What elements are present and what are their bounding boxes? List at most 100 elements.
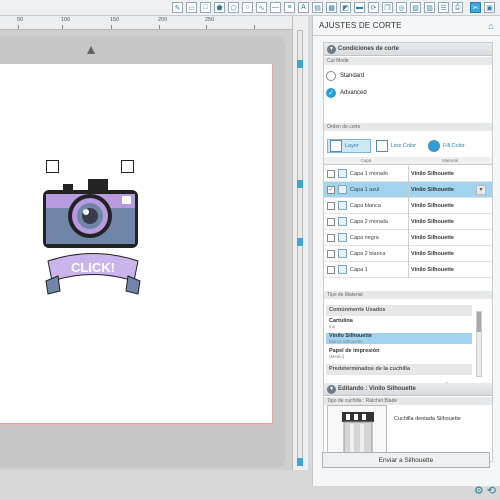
pentagon-icon[interactable]: ⬟ <box>214 2 225 13</box>
editing-section-header[interactable]: ▼ Editando : Vinilo Silhouette <box>324 383 492 396</box>
row-checkbox[interactable]: ✓ <box>327 186 335 194</box>
ruler-label: 100 <box>61 17 71 23</box>
transform-icon[interactable]: ⟳ <box>368 2 379 13</box>
ruler-label: 250 <box>205 17 215 23</box>
slider-marker[interactable] <box>297 180 303 188</box>
panel-content: ▼ Condiciones de corte Cut Mode Standard… <box>323 42 493 463</box>
row-checkbox[interactable] <box>327 202 335 210</box>
canvas-area[interactable]: ▲ CLICK! <box>0 30 292 470</box>
blade-type-label: Tipo de cuchilla : Ratchet Blade <box>324 397 492 405</box>
camera-illustration[interactable]: CLICK! <box>38 176 158 306</box>
slider-marker[interactable] <box>297 238 303 246</box>
layer-name: Capa 1 morado <box>350 171 388 177</box>
list-item[interactable]: Cartulina Ino <box>326 318 472 329</box>
pin-icon[interactable]: ⌂ <box>486 21 496 31</box>
layer-icon <box>338 249 347 258</box>
tab-line-color[interactable]: Line Color <box>376 139 424 153</box>
layer-icon <box>338 185 347 194</box>
layer-icon <box>338 201 347 210</box>
layer-name: Capa blanca <box>350 203 381 209</box>
layer-material: Vinilo Silhouette <box>411 171 454 177</box>
gear-icon[interactable]: ⚙ <box>474 485 484 497</box>
layer-name: Capa 2 morada <box>350 219 388 225</box>
layer-icon <box>338 233 347 242</box>
panel-title: AJUSTES DE CORTE <box>319 21 402 30</box>
conditions-label: Condiciones de corte <box>338 46 400 52</box>
library-icon[interactable]: ▥ <box>424 2 435 13</box>
fill-icon[interactable]: ◩ <box>340 2 351 13</box>
grid-icon[interactable]: ▦ <box>326 2 337 13</box>
material-sub: Ino <box>329 324 336 329</box>
registration-mark-left <box>46 160 59 173</box>
align-icon[interactable]: ≡ <box>284 2 295 13</box>
editing-label: Editando : Vinilo Silhouette <box>338 386 416 392</box>
row-checkbox[interactable] <box>327 234 335 242</box>
layer-icon <box>330 140 342 152</box>
material-scrollbar[interactable] <box>476 311 482 377</box>
send-to-silhouette-button[interactable]: Enviar a Silhouette <box>322 452 490 468</box>
replicate-icon[interactable]: ❐ <box>382 2 393 13</box>
ellipse-icon[interactable]: ○ <box>242 2 253 13</box>
send-cut-icon[interactable]: ✂ <box>470 2 481 13</box>
ruler-label: 50 <box>17 17 24 23</box>
row-checkbox[interactable] <box>327 170 335 178</box>
line-tool-icon[interactable]: ― <box>270 2 281 13</box>
layer-material: Vinilo Silhouette <box>411 219 454 225</box>
table-row[interactable]: Capa 2 morada Vinilo Silhouette <box>324 214 492 230</box>
panel-header: AJUSTES DE CORTE ⌂ <box>313 16 500 36</box>
material-sub: (Medio) <box>329 354 345 359</box>
polygon-icon[interactable]: ⬠ <box>228 2 239 13</box>
row-checkbox[interactable] <box>327 250 335 258</box>
collapse-icon[interactable]: ▼ <box>327 385 336 394</box>
eraser-icon[interactable]: ▭ <box>186 2 197 13</box>
tab-fill-label: Fill Color <box>443 143 465 149</box>
conditions-section-header[interactable]: ▼ Condiciones de corte <box>324 43 492 56</box>
print-icon[interactable]: ⎙ <box>452 2 463 13</box>
table-row[interactable]: Capa blanca Vinilo Silhouette <box>324 198 492 214</box>
advanced-label: Advanced <box>340 90 367 96</box>
refresh-icon[interactable]: ⟲ <box>487 485 496 497</box>
offset-icon[interactable]: ◎ <box>396 2 407 13</box>
column-header-layer: Capa <box>324 157 408 165</box>
column-header-material: Material <box>408 157 492 165</box>
pencil-icon[interactable]: ✎ <box>172 2 183 13</box>
list-item[interactable]: Papel de impresión (Medio) <box>326 348 472 359</box>
up-arrow-icon[interactable]: ▲ <box>84 42 98 56</box>
click-badge-text: CLICK! <box>71 260 115 275</box>
top-toolbar: ✎ ▭ □ ⬟ ⬠ ○ ∿ ― ≡ A ▤ ▦ ◩ ▬ ⟳ ❐ ◎ ▧ ▥ ☰ … <box>0 0 500 16</box>
layer-icon <box>338 265 347 274</box>
slider-marker[interactable] <box>297 458 303 466</box>
standard-radio[interactable] <box>326 71 336 81</box>
layers-icon[interactable]: ☰ <box>438 2 449 13</box>
standard-label: Standard <box>340 73 365 79</box>
table-row[interactable]: Capa negra Vinilo Silhouette <box>324 230 492 246</box>
table-row[interactable]: Capa 1 Vinilo Silhouette <box>324 262 492 278</box>
chevron-down-icon[interactable]: ▾ <box>476 185 486 195</box>
cut-order-label: Orden de corte <box>324 123 492 131</box>
tab-fill-color[interactable]: Fill Color <box>428 139 478 153</box>
layer-icon <box>338 169 347 178</box>
page-setup-icon[interactable]: ▤ <box>312 2 323 13</box>
row-checkbox[interactable] <box>327 218 335 226</box>
layer-name: Capa 1 azul <box>350 187 380 193</box>
layer-material: Vinilo Silhouette <box>411 267 454 273</box>
tab-layer[interactable]: Layer <box>327 139 371 153</box>
row-checkbox[interactable] <box>327 266 335 274</box>
cut-mode-label: Cut Mode <box>324 57 492 65</box>
slider-marker[interactable] <box>297 60 303 68</box>
square-tool-icon[interactable]: □ <box>200 2 211 13</box>
table-row[interactable]: Capa 1 morado Vinilo Silhouette <box>324 166 492 182</box>
table-row[interactable]: ✓ Capa 1 azul Vinilo Silhouette ▾ <box>324 182 492 198</box>
page-sheet[interactable]: CLICK! <box>0 64 273 424</box>
curve-icon[interactable]: ∿ <box>256 2 267 13</box>
line-style-icon[interactable]: ▬ <box>354 2 365 13</box>
silhouette-connect-icon[interactable]: ▣ <box>484 2 495 13</box>
material-type-label: Tipo de Material <box>324 291 492 299</box>
collapse-icon[interactable]: ▼ <box>327 45 336 54</box>
text-tool-icon[interactable]: A <box>298 2 309 13</box>
table-row[interactable]: Capa 2 blanca Vinilo Silhouette <box>324 246 492 262</box>
list-item[interactable]: Vinilo Silhouette Marca Silhouette <box>326 333 472 344</box>
fill-color-icon <box>428 140 440 152</box>
trace-icon[interactable]: ▧ <box>410 2 421 13</box>
advanced-radio[interactable]: ✓ <box>326 88 336 98</box>
